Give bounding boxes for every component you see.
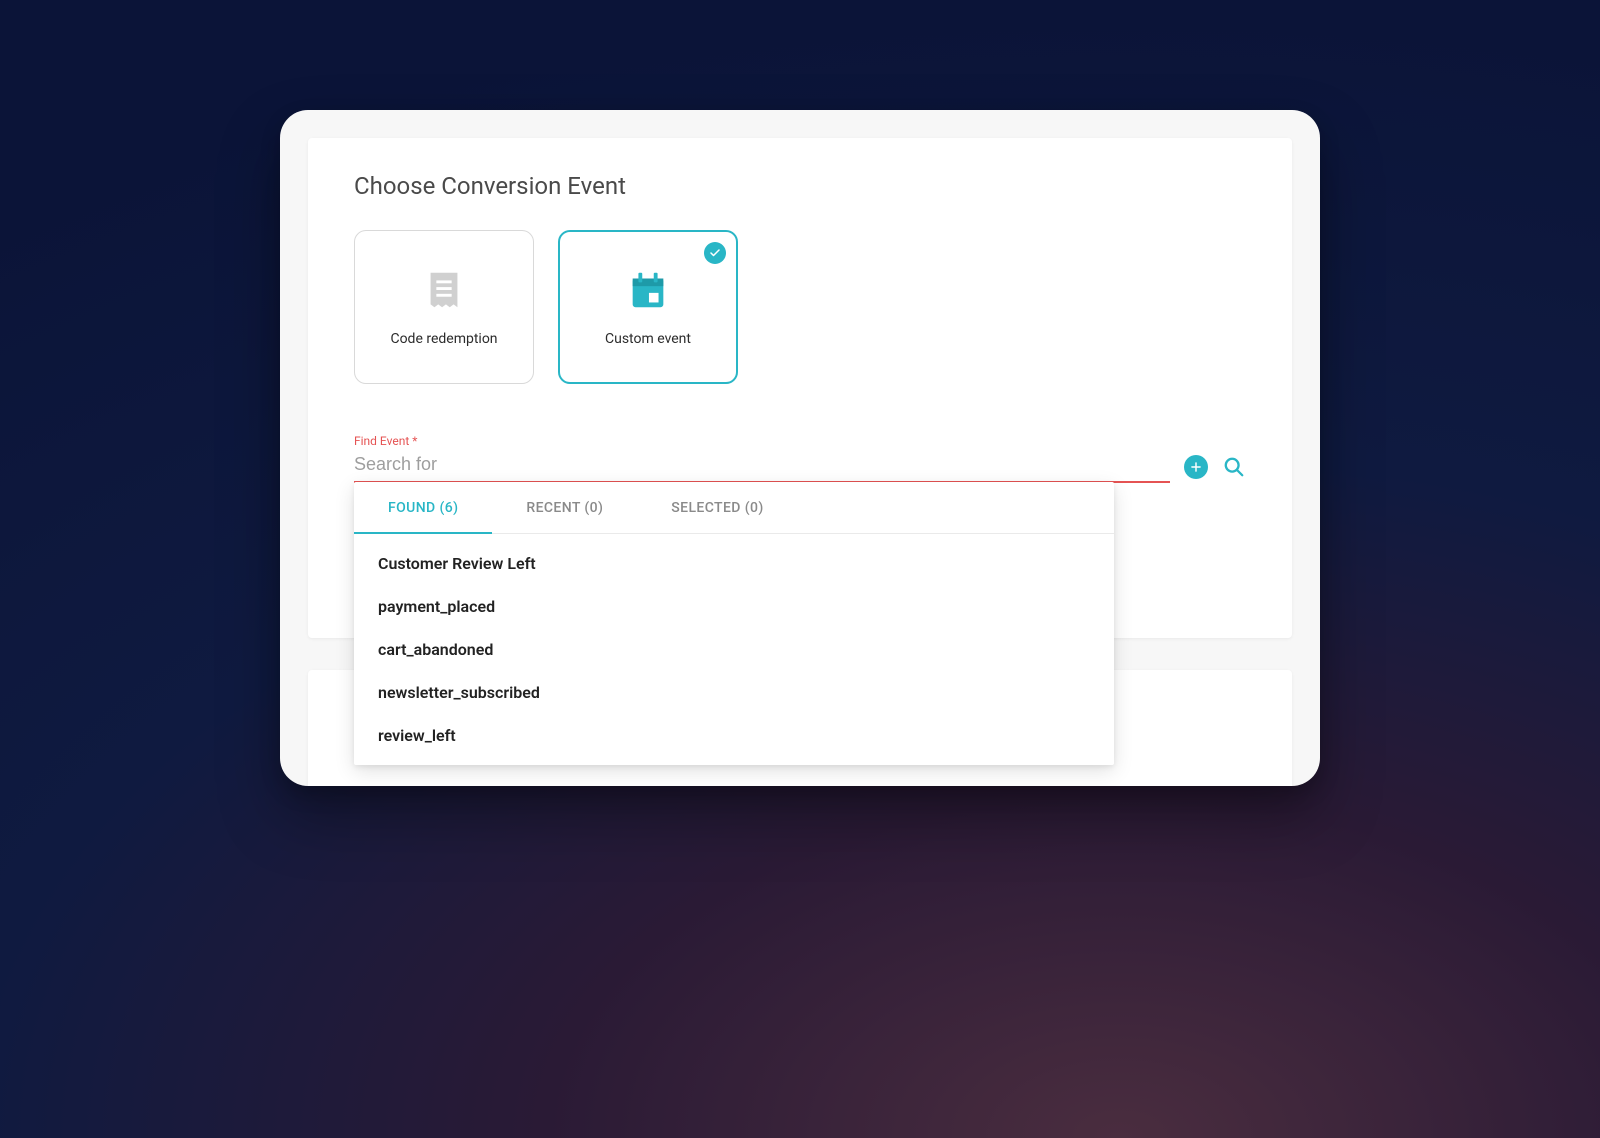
list-item[interactable]: review_left [354, 714, 1114, 757]
dropdown-tabs: FOUND (6) RECENT (0) SELECTED (0) [354, 482, 1114, 534]
receipt-icon [421, 267, 467, 313]
results-dropdown: FOUND (6) RECENT (0) SELECTED (0) Custom… [354, 482, 1114, 765]
search-input[interactable] [354, 450, 1170, 483]
card-code-redemption[interactable]: Code redemption [354, 230, 534, 384]
check-icon [704, 242, 726, 264]
modal-panel: Choose Conversion Event Code redemption [280, 110, 1320, 786]
list-item[interactable]: Customer Review Left [354, 542, 1114, 585]
card-label: Code redemption [390, 331, 497, 347]
list-item[interactable]: newsletter_subscribed [354, 671, 1114, 714]
list-item[interactable]: cart_abandoned [354, 628, 1114, 671]
input-row [354, 450, 1246, 483]
page-title: Choose Conversion Event [354, 172, 1246, 200]
add-button[interactable] [1184, 455, 1208, 479]
results-list: Customer Review Left payment_placed cart… [354, 534, 1114, 765]
field-label: Find Event * [354, 434, 1246, 448]
card-custom-event[interactable]: Custom event [558, 230, 738, 384]
list-item[interactable]: payment_placed [354, 585, 1114, 628]
card-label: Custom event [605, 331, 691, 347]
event-type-cards: Code redemption Custom event [354, 230, 1246, 384]
tab-selected[interactable]: SELECTED (0) [637, 482, 797, 533]
search-icon[interactable] [1222, 455, 1246, 479]
calendar-icon [625, 267, 671, 313]
tab-recent[interactable]: RECENT (0) [492, 482, 637, 533]
tab-found[interactable]: FOUND (6) [354, 482, 492, 534]
panel-inner: Choose Conversion Event Code redemption [308, 138, 1292, 638]
search-field: Find Event * FOUND (6) RECENT (0) SELECT… [354, 434, 1246, 483]
